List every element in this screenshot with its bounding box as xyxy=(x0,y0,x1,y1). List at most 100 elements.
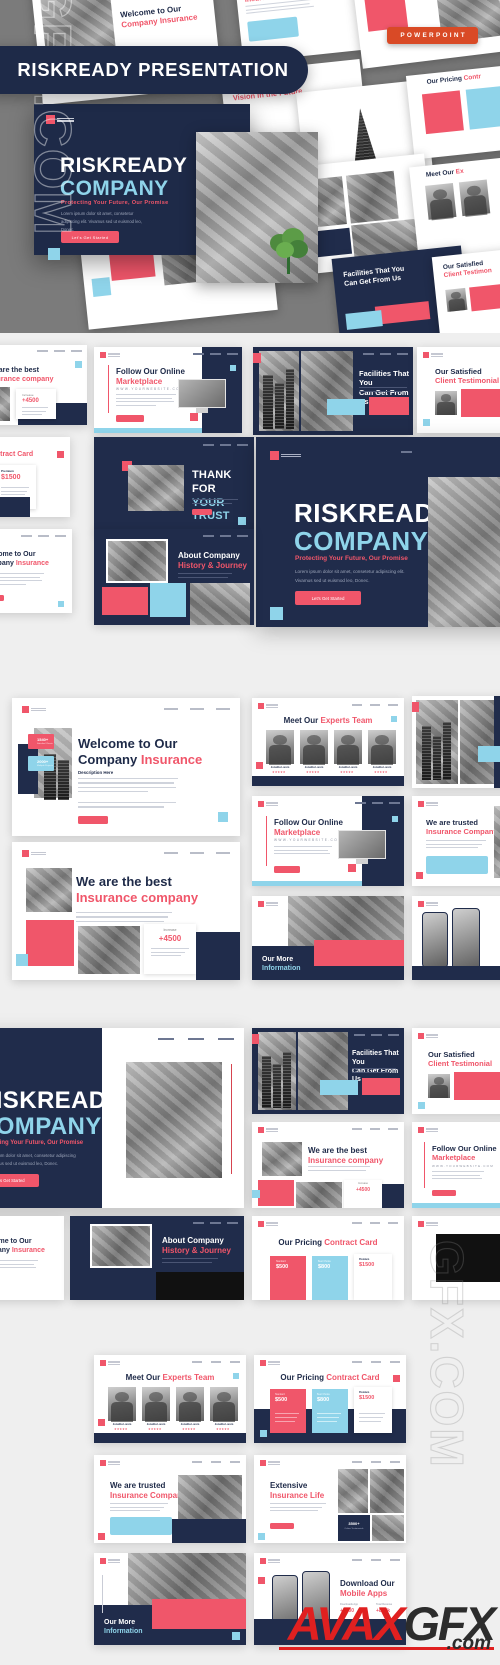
slide-nav[interactable] xyxy=(203,535,248,537)
slide-nav[interactable] xyxy=(164,708,230,710)
slide-nav[interactable] xyxy=(352,1461,400,1463)
slide-welcome-large[interactable]: 1540+ Satisfied Clients 2000+ Multiple P… xyxy=(12,698,240,836)
bg-slide-portrait xyxy=(445,287,468,312)
stat-label: Multiple Projects xyxy=(37,765,54,767)
team-portrait xyxy=(300,730,328,765)
navy-panel xyxy=(494,696,500,788)
slide-url: WWW.YOURWEBSITE.COM xyxy=(116,387,185,391)
slide-nav[interactable] xyxy=(192,1361,240,1363)
slide-nav[interactable] xyxy=(37,350,82,352)
slide-cta-button[interactable] xyxy=(192,509,212,515)
stat-label: Increase xyxy=(22,393,34,397)
slide-experts-team-2[interactable]: Meet Our Experts Team Jonatha Lorem Jona… xyxy=(94,1355,246,1443)
accent-square xyxy=(252,1190,260,1198)
slide-marketplace[interactable]: Follow Our Online Marketplace WWW.YOURWEB… xyxy=(94,347,242,433)
plan-name: Standard xyxy=(275,1393,285,1396)
plan-name: Standard xyxy=(276,1260,286,1263)
slide-facilities[interactable]: Facilities That YouCan Get From Us xyxy=(253,347,413,435)
stat-card: Increase +4500 xyxy=(16,389,56,419)
slide-heading: About Company History & Journey xyxy=(162,1236,231,1255)
navy-footer xyxy=(252,776,404,786)
slide-heading: We are trusted Insurance Company xyxy=(426,818,498,837)
cover-photo xyxy=(126,1062,222,1178)
slide-nav[interactable] xyxy=(352,1128,398,1130)
slide-nav[interactable] xyxy=(355,802,400,804)
plan-name: Premium xyxy=(359,1258,370,1261)
slide-pricing-3[interactable]: Our Pricing Contract Card Standard $500 … xyxy=(254,1355,406,1443)
cyan-card xyxy=(327,399,365,415)
slide-about-company[interactable]: About Company History & Journey xyxy=(94,529,254,625)
slide-lines xyxy=(432,1171,484,1180)
slide-nav[interactable] xyxy=(354,1034,399,1036)
cover-cta-button[interactable]: Let's Get Started xyxy=(295,591,361,605)
plan-card-pink: Standard $500 xyxy=(270,1389,306,1433)
slide-trusted-2[interactable]: We are trusted Insurance Company xyxy=(94,1455,246,1543)
slide-cover-large-2[interactable]: RISKREADY COMPANY Protecting Your Future… xyxy=(0,1028,244,1208)
slide-cta-button[interactable] xyxy=(432,1190,456,1196)
slide-experts-team[interactable]: Meet Our Experts Team Jonatha Lorem Jona… xyxy=(252,698,404,786)
slide-nav[interactable] xyxy=(352,1222,398,1224)
slide-nav[interactable] xyxy=(352,1361,400,1363)
slide-testimonial[interactable]: Our Satisfied Client Testimonial xyxy=(417,347,500,433)
slide-nav[interactable] xyxy=(193,353,238,355)
slide-more-information-2[interactable]: Our More Information xyxy=(94,1553,246,1645)
slide-pricing-left[interactable]: ng Contract Card Premium $1500 xyxy=(0,437,70,517)
slide-marketplace-2[interactable]: Follow Our Online Marketplace WWW.YOURWEB… xyxy=(252,796,404,886)
rating-stars-icon: ★★★★★ xyxy=(306,770,320,774)
slide-heading: Meet Our Experts Team xyxy=(125,1373,215,1382)
rating-stars-icon: ★★★★★ xyxy=(182,1427,196,1431)
accent-square xyxy=(416,872,423,879)
slide-nav[interactable] xyxy=(352,1559,400,1561)
slide-cover-large[interactable]: RISKREADY COMPANY Protecting Your Future… xyxy=(256,437,500,627)
avaxgfx-logo: AVAXGFX .com xyxy=(279,1600,496,1655)
slide-nav[interactable] xyxy=(193,1222,238,1224)
slide-best-2[interactable]: We are the best Insurance company Increas… xyxy=(252,1122,404,1208)
slide-cta-button[interactable] xyxy=(270,1523,294,1529)
slide-nav[interactable] xyxy=(21,535,66,537)
accent-square xyxy=(258,1533,265,1540)
slide-cta-button[interactable] xyxy=(116,415,144,422)
slide-nav[interactable] xyxy=(352,704,398,706)
quote-card xyxy=(454,1072,500,1100)
slide-we-are-best[interactable]: We are the bestInsurance company Increas… xyxy=(0,345,87,425)
stat-label: Increase xyxy=(163,928,177,932)
slide-nav[interactable] xyxy=(401,451,412,453)
team-name: Jonatha Lorem xyxy=(372,766,392,769)
slide-marketplace-3[interactable]: Follow Our Online Marketplace WWW.YOURWEB… xyxy=(412,1122,500,1208)
slide-testimonial-2[interactable]: Our Satisfied Client Testimonial xyxy=(412,1028,500,1114)
team-portrait xyxy=(210,1387,238,1422)
slide-heading: We are the bestInsurance company xyxy=(0,365,54,383)
slide-facilities-2[interactable]: Facilities That YouCan Get From Us xyxy=(252,1028,404,1114)
team-portrait xyxy=(266,730,294,765)
slide-cta-button[interactable] xyxy=(78,816,108,824)
slide-extensive[interactable]: Extensive Insurance Life 3500+ Online Tes… xyxy=(254,1455,406,1543)
slide-nav[interactable] xyxy=(363,353,408,355)
team-name: Jonatha Lorem xyxy=(180,1423,200,1426)
stat-lines xyxy=(151,948,189,957)
bg-slide-heading: Facilities That You Can Get From Us xyxy=(342,265,405,288)
slide-cta-button[interactable] xyxy=(0,595,4,601)
slide-logo xyxy=(418,1127,438,1133)
slide-trusted-right[interactable]: We are trusted Insurance Company xyxy=(412,796,500,886)
building-graphic xyxy=(263,375,273,429)
slide-grid-section-3: RISKREADY COMPANY Protecting Your Future… xyxy=(0,960,500,1300)
slide-nav[interactable] xyxy=(203,444,248,446)
slide-heading: We are trusted Insurance Company xyxy=(110,1481,187,1500)
slide-heading: Our Satisfied Client Testimonial xyxy=(428,1050,493,1069)
cover-cta-button[interactable]: Let's Get Started xyxy=(0,1174,39,1187)
team-portrait xyxy=(108,1387,136,1422)
cyan-strip xyxy=(252,881,362,886)
slide-photo xyxy=(0,387,10,421)
slide-thank-you[interactable]: THANK FOR YOUR TRUST xyxy=(94,437,254,533)
slide-welcome-small[interactable]: Welcome to OurCompany Insurance xyxy=(0,529,72,613)
slide-facilities-right[interactable] xyxy=(412,696,500,788)
accent-square xyxy=(258,1577,265,1584)
bg-slide-heading: Our Satisfied Client Testimon xyxy=(442,259,493,280)
slide-cta-button[interactable] xyxy=(274,866,300,873)
stat-lines xyxy=(22,407,48,416)
accent-square xyxy=(260,1430,267,1437)
slide-nav[interactable] xyxy=(192,1461,240,1463)
slide-nav[interactable] xyxy=(158,1038,234,1040)
slide-nav[interactable] xyxy=(164,852,230,854)
cyan-card xyxy=(426,856,488,874)
